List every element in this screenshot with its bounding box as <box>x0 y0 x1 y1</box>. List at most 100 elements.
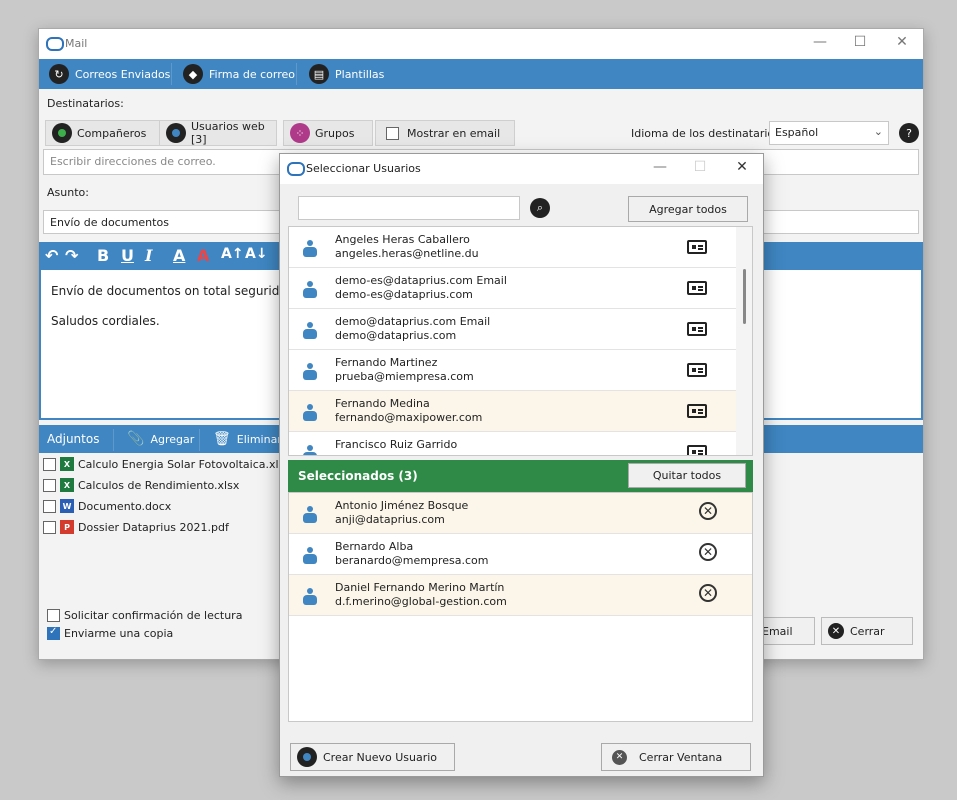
correos-enviados-label: Correos Enviados <box>75 67 171 81</box>
italic-icon[interactable]: I <box>145 246 152 265</box>
quitar-todos-button[interactable]: Quitar todos <box>628 463 746 488</box>
maximize-icon[interactable]: ☐ <box>845 34 875 50</box>
list-item[interactable]: demo-es@dataprius.com Email demo-es@data… <box>289 268 737 309</box>
refresh-icon: ↻ <box>49 64 69 84</box>
pdf-file-icon: P <box>60 520 74 534</box>
contact-card-icon[interactable] <box>687 445 707 455</box>
user-email: demo-es@dataprius.com <box>335 288 473 301</box>
list-item[interactable]: Antonio Jiménez Bosque anji@dataprius.co… <box>289 493 752 534</box>
close-icon[interactable]: ✕ <box>727 159 757 175</box>
attachment-item[interactable]: X Calculos de Rendimiento.xlsx <box>43 478 239 492</box>
attachment-name: Calculo Energia Solar Fotovoltaica.xlsx <box>78 457 291 471</box>
user-name: Angeles Heras Caballero <box>335 233 470 246</box>
highlight-icon[interactable]: A <box>197 246 209 265</box>
dialog-title: Seleccionar Usuarios <box>306 162 421 175</box>
word-file-icon: W <box>60 499 74 513</box>
search-icon[interactable]: ⌕ <box>530 198 550 218</box>
firma-button[interactable]: ◆ Firma de correo <box>183 59 295 89</box>
read-receipt-option[interactable]: Solicitar confirmación de lectura <box>47 609 242 622</box>
send-copy-label: Enviarme una copia <box>64 627 174 640</box>
users-list: Angeles Heras Caballero angeles.heras@ne… <box>288 226 753 456</box>
minimize-icon[interactable]: — <box>645 159 675 175</box>
list-item[interactable]: Fernando Martinez prueba@miempresa.com <box>289 350 737 391</box>
crear-usuario-label: Crear Nuevo Usuario <box>323 750 437 764</box>
paperclip-icon: 📎 <box>127 431 145 447</box>
font-size-up-icon[interactable]: A↑ <box>221 246 244 262</box>
users-scrollbar[interactable] <box>736 227 752 455</box>
attachment-checkbox[interactable] <box>43 457 56 471</box>
bold-icon[interactable]: B <box>97 246 109 265</box>
remove-user-icon[interactable]: ✕ <box>699 543 717 561</box>
cerrar-ventana-label: Cerrar Ventana <box>639 750 723 764</box>
read-receipt-label: Solicitar confirmación de lectura <box>64 609 243 622</box>
contact-card-icon[interactable] <box>687 363 707 377</box>
list-item[interactable]: Bernardo Alba beranardo@mempresa.com ✕ <box>289 534 752 575</box>
contact-card-icon[interactable] <box>687 404 707 418</box>
contact-card-icon[interactable] <box>687 281 707 295</box>
list-item[interactable]: Fernando Medina fernando@maxipower.com <box>289 391 737 432</box>
maximize-icon: ☐ <box>693 159 707 175</box>
list-item[interactable]: Daniel Fernando Merino Martín d.f.merino… <box>289 575 752 616</box>
usuarios-web-button[interactable]: Usuarios web [3] <box>159 120 277 146</box>
contact-card-icon[interactable] <box>687 240 707 254</box>
mostrar-email-label: Mostrar en email <box>407 126 501 140</box>
user-icon <box>303 363 317 381</box>
toolbar-divider <box>113 429 114 451</box>
grupos-button[interactable]: ⁘ Grupos <box>283 120 373 146</box>
document-icon: ▤ <box>309 64 329 84</box>
user-icon <box>303 404 317 422</box>
cerrar-button[interactable]: ✕ Cerrar <box>821 617 913 645</box>
agregar-attachment-button[interactable]: 📎 Agregar <box>127 425 194 453</box>
list-item[interactable]: demo@dataprius.com Email demo@dataprius.… <box>289 309 737 350</box>
close-circle-icon: ✕ <box>828 623 844 639</box>
attachment-checkbox[interactable] <box>43 520 56 534</box>
attachment-checkbox[interactable] <box>43 478 56 492</box>
attachment-checkbox[interactable] <box>43 499 56 513</box>
cerrar-ventana-button[interactable]: ✕ Cerrar Ventana <box>601 743 751 771</box>
font-color-icon[interactable]: A <box>173 246 185 265</box>
help-icon[interactable]: ? <box>899 123 919 143</box>
user-name: Daniel Fernando Merino Martín <box>335 581 505 594</box>
font-size-down-icon[interactable]: A↓ <box>245 246 268 262</box>
send-copy-checkbox[interactable] <box>47 626 60 640</box>
seleccionados-label: Seleccionados (3) <box>298 469 418 483</box>
attachment-item[interactable]: X Calculo Energia Solar Fotovoltaica.xls… <box>43 457 291 471</box>
toolbar-divider <box>296 63 297 85</box>
redo-icon[interactable]: ↷ <box>65 246 78 265</box>
remove-user-icon[interactable]: ✕ <box>699 584 717 602</box>
correos-enviados-button[interactable]: ↻ Correos Enviados <box>49 59 170 89</box>
group-icon: ⁘ <box>290 123 310 143</box>
grupos-label: Grupos <box>315 126 355 140</box>
close-icon[interactable]: ✕ <box>887 34 917 50</box>
send-copy-option[interactable]: Enviarme una copia <box>47 626 174 640</box>
user-email: demo@dataprius.com <box>335 329 457 342</box>
remove-user-icon[interactable]: ✕ <box>699 502 717 520</box>
underline-icon[interactable]: U <box>121 246 134 265</box>
attachment-item[interactable]: W Documento.docx <box>43 499 171 513</box>
user-green-icon <box>52 123 72 143</box>
scrollbar-thumb[interactable] <box>743 269 746 324</box>
read-receipt-checkbox[interactable] <box>47 609 60 622</box>
mostrar-email-checkbox[interactable]: Mostrar en email <box>375 120 515 146</box>
list-item[interactable]: Angeles Heras Caballero angeles.heras@ne… <box>289 227 737 268</box>
mostrar-email-check-icon[interactable] <box>386 126 399 140</box>
user-icon <box>303 588 317 606</box>
plantillas-label: Plantillas <box>335 67 385 81</box>
crear-usuario-button[interactable]: Crear Nuevo Usuario <box>290 743 455 771</box>
minimize-icon[interactable]: — <box>805 34 835 50</box>
user-icon <box>303 281 317 299</box>
attachment-item[interactable]: P Dossier Dataprius 2021.pdf <box>43 520 229 534</box>
idioma-select[interactable]: Español ⌄ <box>769 121 889 145</box>
excel-file-icon: X <box>60 457 74 471</box>
undo-icon[interactable]: ↶ <box>45 246 58 265</box>
agregar-todos-button[interactable]: Agregar todos <box>628 196 748 222</box>
plantillas-button[interactable]: ▤ Plantillas <box>309 59 384 89</box>
eliminar-attachment-button[interactable]: 🗑 Eliminar <box>213 425 282 453</box>
user-search-input[interactable] <box>298 196 520 220</box>
user-name: demo@dataprius.com Email <box>335 315 491 328</box>
user-email: anji@dataprius.com <box>335 513 445 526</box>
list-item[interactable]: Francisco Ruiz Garrido <box>289 432 737 455</box>
contact-card-icon[interactable] <box>687 322 707 336</box>
selected-header: Seleccionados (3) Quitar todos <box>288 460 753 492</box>
companeros-button[interactable]: Compañeros <box>45 120 161 146</box>
